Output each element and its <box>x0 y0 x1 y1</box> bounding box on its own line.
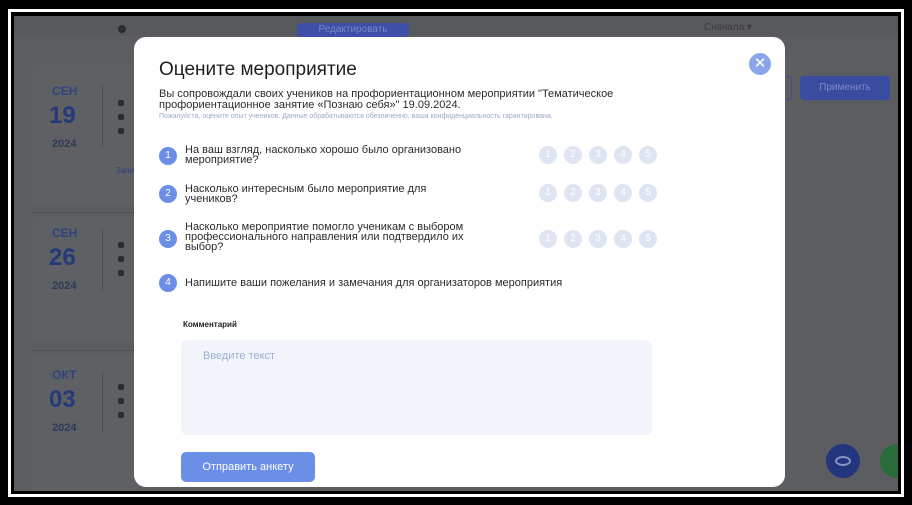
modal-intro-text: Вы сопровождали своих учеников на профор… <box>159 88 614 111</box>
event-divider <box>102 372 103 432</box>
event-day: 26 <box>49 244 76 271</box>
rating-option-3[interactable]: 3 <box>589 184 607 202</box>
rating-option-4[interactable]: 4 <box>614 230 632 248</box>
event-year: 2024 <box>52 138 77 150</box>
question-number-badge: 3 <box>159 230 177 248</box>
background-event-card <box>31 356 141 491</box>
comment-textarea[interactable] <box>181 340 652 435</box>
event-month: СЕН <box>52 226 78 240</box>
rating-option-1[interactable]: 1 <box>539 184 557 202</box>
background-separator <box>31 212 141 213</box>
clock-icon <box>118 384 124 390</box>
eye-icon <box>835 456 851 466</box>
event-day: 19 <box>49 102 76 129</box>
rating-scale: 1 2 3 4 5 <box>539 230 657 248</box>
question-text: Напишите ваши пожелания и замечания для … <box>185 277 563 289</box>
submit-survey-button[interactable]: Отправить анкету <box>181 452 315 482</box>
background-sort-select: Сначала ▾ <box>704 22 753 33</box>
background-edit-button: Редактировать <box>297 23 409 37</box>
background-separator <box>31 350 141 351</box>
background-view-button <box>826 444 860 478</box>
rating-option-5[interactable]: 5 <box>639 230 657 248</box>
clock-icon <box>118 242 124 248</box>
radio-icon <box>118 25 126 33</box>
close-icon[interactable]: ✕ <box>749 53 771 75</box>
background-event-card <box>31 64 141 204</box>
rating-option-1[interactable]: 1 <box>539 230 557 248</box>
question-text: Насколько мероприятие помогло ученикам с… <box>185 221 464 253</box>
location-icon <box>118 398 124 404</box>
background-signup-link: Запи <box>116 166 135 175</box>
app-viewport: Редактировать Сначала ▾ СЕН 19 2024 Запи… <box>14 16 898 491</box>
event-divider <box>102 86 103 146</box>
question-number-badge: 2 <box>159 185 177 203</box>
event-month: ОКТ <box>52 368 77 382</box>
background-toolbar: Редактировать Сначала ▾ <box>14 16 898 37</box>
question-number-badge: 1 <box>159 147 177 165</box>
event-month: СЕН <box>52 84 78 98</box>
rating-option-3[interactable]: 3 <box>589 146 607 164</box>
event-divider <box>102 230 103 290</box>
rating-option-4[interactable]: 4 <box>614 146 632 164</box>
rating-option-2[interactable]: 2 <box>564 146 582 164</box>
event-year: 2024 <box>52 422 77 434</box>
question-text: Насколько интересным было мероприятие дл… <box>185 183 427 205</box>
background-event-card <box>31 216 141 341</box>
rating-modal: ✕ Оцените мероприятие Вы сопровождали св… <box>134 37 785 487</box>
rating-scale: 1 2 3 4 5 <box>539 146 657 164</box>
background-chat-button <box>880 444 898 478</box>
calendar-icon <box>118 412 124 418</box>
question-text: На ваш взгляд, насколько хорошо было орг… <box>185 144 462 166</box>
rating-option-2[interactable]: 2 <box>564 184 582 202</box>
background-apply-button: Применить <box>800 76 890 100</box>
privacy-note: Пожалуйста, оцените опыт учеников. Данны… <box>159 113 553 120</box>
clock-icon <box>118 100 124 106</box>
event-year: 2024 <box>52 280 77 292</box>
calendar-icon <box>118 128 124 134</box>
rating-option-2[interactable]: 2 <box>564 230 582 248</box>
event-day: 03 <box>49 386 76 413</box>
calendar-icon <box>118 270 124 276</box>
comment-label: Комментарий <box>183 320 237 329</box>
modal-title: Оцените мероприятие <box>159 59 357 80</box>
question-number-badge: 4 <box>159 274 177 292</box>
location-icon <box>118 256 124 262</box>
rating-scale: 1 2 3 4 5 <box>539 184 657 202</box>
rating-option-4[interactable]: 4 <box>614 184 632 202</box>
rating-option-5[interactable]: 5 <box>639 146 657 164</box>
location-icon <box>118 114 124 120</box>
rating-option-1[interactable]: 1 <box>539 146 557 164</box>
rating-option-5[interactable]: 5 <box>639 184 657 202</box>
rating-option-3[interactable]: 3 <box>589 230 607 248</box>
